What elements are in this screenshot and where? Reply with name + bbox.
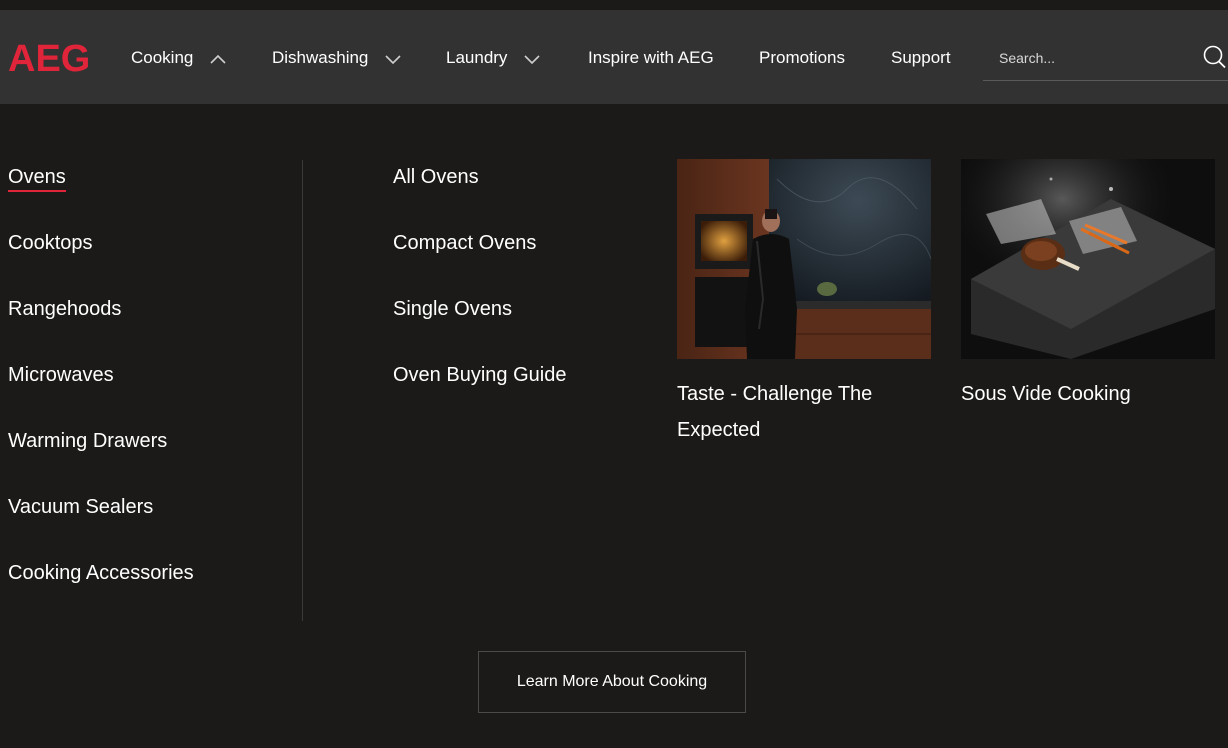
nav-promotions[interactable]: Promotions xyxy=(759,46,845,70)
nav-laundry[interactable]: Laundry xyxy=(446,46,541,70)
nav-support[interactable]: Support xyxy=(891,46,951,70)
feature-title-taste-line2: Expected xyxy=(677,419,761,441)
category-rangehoods[interactable]: Rangehoods xyxy=(8,298,121,321)
category-cooking-accessories[interactable]: Cooking Accessories xyxy=(8,562,194,585)
category-ovens[interactable]: Ovens xyxy=(8,166,66,192)
aeg-logo[interactable]: AEG xyxy=(8,40,96,76)
category-warming-drawers[interactable]: Warming Drawers xyxy=(8,430,167,453)
feature-title-sous-vide[interactable]: Sous Vide Cooking xyxy=(961,376,1131,412)
category-cooktops[interactable]: Cooktops xyxy=(8,232,93,255)
subcategory-oven-buying-guide[interactable]: Oven Buying Guide xyxy=(393,364,566,387)
chevron-up-icon xyxy=(209,52,227,64)
main-navbar: AEG Cooking Dishwashing Laundry Inspire … xyxy=(0,10,1228,104)
nav-laundry-label: Laundry xyxy=(446,48,508,67)
chevron-down-icon xyxy=(523,52,541,65)
feature-title-taste-line1: Taste - Challenge The xyxy=(677,383,873,405)
search-input[interactable] xyxy=(999,47,1189,69)
nav-promotions-label: Promotions xyxy=(759,48,845,67)
sous-vide-dish-image[interactable] xyxy=(961,159,1215,359)
subcategory-all-ovens[interactable]: All Ovens xyxy=(393,166,479,189)
subcategory-single-ovens[interactable]: Single Ovens xyxy=(393,298,512,321)
subcategory-compact-ovens[interactable]: Compact Ovens xyxy=(393,232,536,255)
learn-more-cooking-button[interactable]: Learn More About Cooking xyxy=(478,651,746,713)
category-microwaves[interactable]: Microwaves xyxy=(8,364,114,387)
nav-cooking[interactable]: Cooking xyxy=(131,46,227,70)
category-vacuum-sealers[interactable]: Vacuum Sealers xyxy=(8,496,153,519)
woman-in-kitchen-image[interactable] xyxy=(677,159,931,359)
nav-inspire[interactable]: Inspire with AEG xyxy=(588,46,714,70)
search-icon[interactable] xyxy=(1201,44,1227,70)
svg-text:AEG: AEG xyxy=(8,40,90,76)
nav-dishwashing-label: Dishwashing xyxy=(272,48,369,67)
menu-divider xyxy=(302,160,303,621)
nav-inspire-label: Inspire with AEG xyxy=(588,48,714,67)
nav-dishwashing[interactable]: Dishwashing xyxy=(272,46,402,70)
chevron-down-icon xyxy=(384,52,402,65)
feature-title-taste[interactable]: Taste - Challenge The Expected xyxy=(677,376,872,448)
top-strip xyxy=(0,0,1228,10)
nav-cooking-label: Cooking xyxy=(131,48,194,67)
search-box xyxy=(983,38,1228,81)
feature-title-sous-vide-line1: Sous Vide Cooking xyxy=(961,383,1131,405)
nav-support-label: Support xyxy=(891,48,951,67)
